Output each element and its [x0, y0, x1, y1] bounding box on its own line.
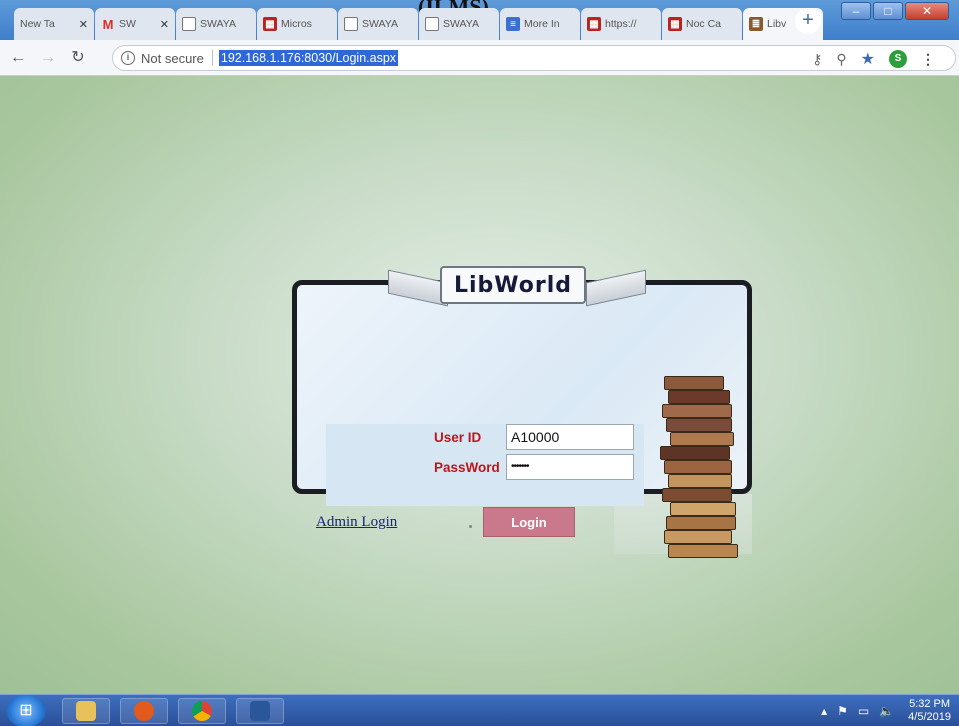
close-icon[interactable]: ✕ — [160, 18, 169, 31]
reload-icon[interactable]: ↻ — [66, 46, 90, 70]
star-icon[interactable]: ★ — [861, 49, 875, 69]
address-bar[interactable]: i Not secure 192.168.1.176:8030/Login.as… — [112, 45, 956, 71]
clock-date: 4/5/2019 — [908, 711, 951, 723]
book — [666, 516, 736, 530]
divider — [211, 50, 213, 66]
gmail-icon: M — [102, 16, 114, 32]
volume-icon[interactable]: 🔈 — [879, 704, 894, 718]
tab-more-info[interactable]: ≡ More In — [500, 8, 580, 40]
start-button[interactable]: ⊞ — [6, 695, 46, 726]
user-id-input[interactable]: A10000 — [506, 424, 634, 450]
info-icon[interactable]: i — [121, 51, 135, 65]
book — [666, 418, 732, 432]
tab-label: Micros — [281, 18, 312, 30]
login-button[interactable]: Login — [483, 507, 575, 537]
new-tab-button[interactable]: + — [795, 8, 821, 34]
libworld-icon: ≣ — [749, 17, 763, 31]
maximize-button[interactable]: □ — [873, 2, 903, 20]
book — [668, 390, 730, 404]
book — [664, 376, 724, 390]
clock[interactable]: 5:32 PM 4/5/2019 — [908, 698, 951, 724]
clock-time: 5:32 PM — [909, 698, 951, 710]
window-close-button[interactable]: ✕ — [905, 2, 949, 20]
book — [670, 502, 736, 516]
omnibox-actions: ⚷ ⚲ ★ S ⋮ — [798, 46, 935, 72]
app-icon: ▦ — [587, 17, 601, 31]
book — [670, 432, 734, 446]
url-text[interactable]: 192.168.1.176:8030/Login.aspx — [218, 50, 399, 66]
libworld-banner: LibWorld — [380, 262, 646, 310]
ribbon-tail-left — [388, 269, 448, 307]
tab-https[interactable]: ▦ https:// — [581, 8, 661, 40]
tab-swayam-1[interactable]: SWAYA — [176, 8, 256, 40]
app-icon: ▦ — [263, 17, 277, 31]
media-player-icon — [134, 701, 154, 721]
ribbon-tail-right — [586, 269, 646, 307]
file-explorer-taskbar-button[interactable] — [62, 698, 110, 724]
page-icon — [182, 17, 196, 31]
media-player-taskbar-button[interactable] — [120, 698, 168, 724]
security-label: Not secure — [141, 50, 204, 66]
minimize-button[interactable]: – — [841, 2, 871, 20]
chevron-up-icon[interactable]: ▴ — [821, 704, 827, 718]
book — [664, 460, 732, 474]
ribbon: LibWorld — [440, 266, 586, 304]
tab-strip: (ILMS) New Ta ✕ M SW ✕ SWAYA ▦ Micros SW… — [0, 0, 959, 40]
book — [668, 474, 732, 488]
tab-label: SWAYA — [443, 18, 479, 30]
close-icon[interactable]: ✕ — [79, 18, 88, 31]
book-stack-illustration — [658, 374, 740, 562]
password-input[interactable]: ••••••• — [506, 454, 634, 480]
book — [664, 530, 732, 544]
taskbar: ⊞ ▴ ⚑ ▭ 🔈 5:32 PM 4/5/2019 — [0, 694, 959, 726]
book — [668, 544, 738, 558]
key-icon[interactable]: ⚷ — [812, 51, 822, 68]
tab-list: New Ta ✕ M SW ✕ SWAYA ▦ Micros SWAYA SWA… — [14, 8, 824, 40]
tab-label: SWAYA — [362, 18, 398, 30]
browser-toolbar: ← → ↻ i Not secure 192.168.1.176:8030/Lo… — [0, 40, 959, 76]
tab-new-tab[interactable]: New Ta ✕ — [14, 8, 94, 40]
system-tray: ▴ ⚑ ▭ 🔈 5:32 PM 4/5/2019 — [811, 695, 951, 726]
docs-icon: ≡ — [506, 17, 520, 31]
book — [662, 488, 732, 502]
flag-icon[interactable]: ⚑ — [837, 704, 848, 718]
password-label: PassWord — [434, 460, 500, 475]
user-id-label: User ID — [434, 430, 482, 445]
window-controls: – □ ✕ — [839, 2, 949, 20]
book — [660, 446, 730, 460]
tab-microsoft[interactable]: ▦ Micros — [257, 8, 337, 40]
brand-title: LibWorld — [453, 272, 573, 298]
tab-gmail[interactable]: M SW ✕ — [95, 8, 175, 40]
folder-icon — [76, 701, 96, 721]
tab-label: New Ta — [20, 18, 55, 30]
page-icon — [344, 17, 358, 31]
chrome-icon — [192, 701, 212, 721]
tab-noc[interactable]: ▦ Noc Ca — [662, 8, 742, 40]
chrome-taskbar-button[interactable] — [178, 698, 226, 724]
network-icon[interactable]: ▭ — [858, 704, 869, 718]
tab-label: SW — [119, 18, 136, 30]
tab-label: More In — [524, 18, 560, 30]
profile-avatar[interactable]: S — [889, 50, 907, 68]
word-icon — [250, 701, 270, 721]
tab-label: https:// — [605, 18, 637, 30]
tab-label: Noc Ca — [686, 18, 722, 30]
page-icon — [425, 17, 439, 31]
book — [662, 404, 732, 418]
decorative-dot — [469, 525, 472, 528]
zoom-icon[interactable]: ⚲ — [836, 51, 846, 68]
tab-label: SWAYA — [200, 18, 236, 30]
menu-icon[interactable]: ⋮ — [921, 51, 935, 68]
tab-swayam-3[interactable]: SWAYA — [419, 8, 499, 40]
app-icon: ▦ — [668, 17, 682, 31]
forward-arrow-icon[interactable]: → — [36, 46, 60, 70]
back-arrow-icon[interactable]: ← — [6, 46, 30, 70]
admin-login-link[interactable]: Admin Login — [316, 514, 397, 531]
word-taskbar-button[interactable] — [236, 698, 284, 724]
tab-swayam-2[interactable]: SWAYA — [338, 8, 418, 40]
